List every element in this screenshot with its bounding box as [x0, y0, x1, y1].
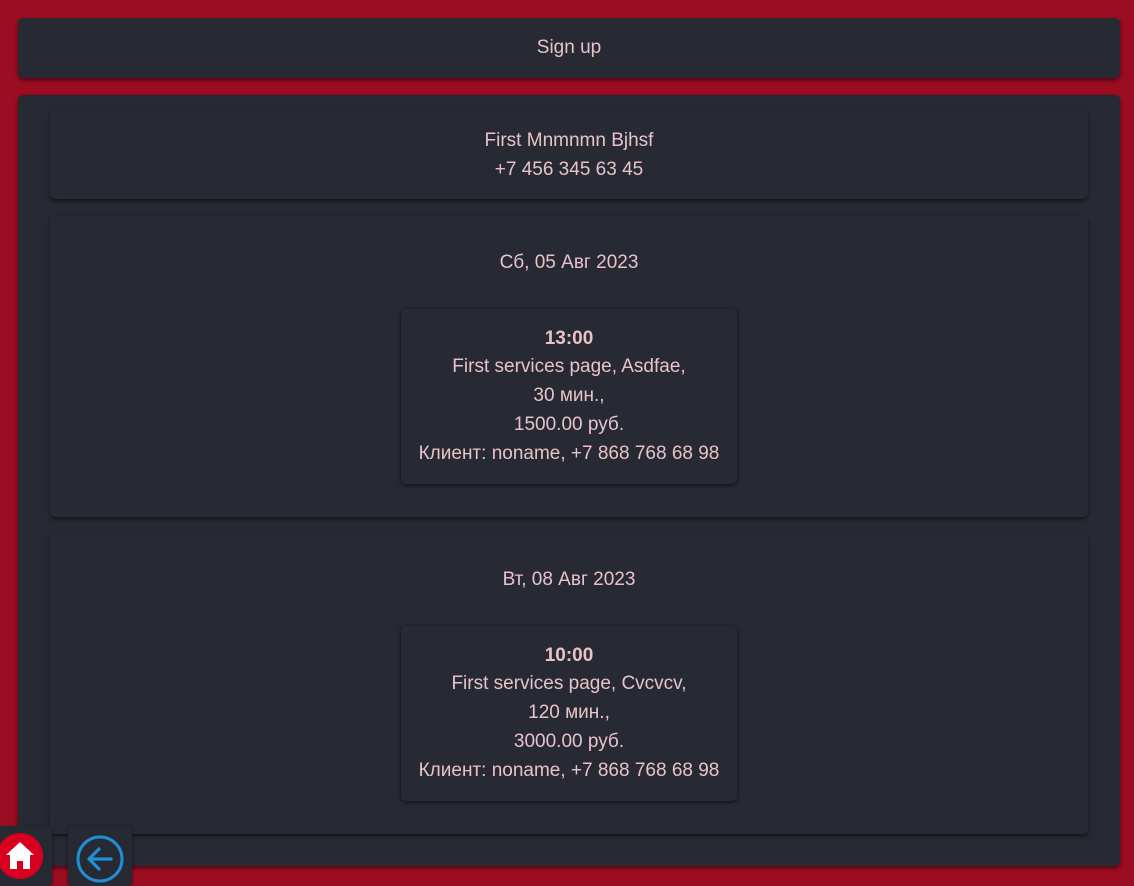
back-button[interactable]: [68, 826, 132, 886]
appointment-time: 13:00: [544, 327, 594, 349]
appointment-price: 1500.00 руб.: [513, 413, 625, 435]
profile-name: First Mnmnmn Bjhsf: [484, 129, 654, 151]
appointment-client: Клиент: noname, +7 868 768 68 98: [418, 759, 720, 781]
home-button[interactable]: [0, 826, 52, 886]
page-title: Sign up: [536, 37, 602, 58]
profile-phone: +7 456 345 63 45: [494, 158, 644, 180]
appointment-card[interactable]: 13:00 First services page, Asdfae, 30 ми…: [401, 309, 737, 484]
arrow-left-circle-icon: [76, 835, 124, 883]
header-bar: Sign up: [18, 18, 1120, 78]
appointment-client: Клиент: noname, +7 868 768 68 98: [418, 442, 720, 464]
day-date: Сб, 05 Авг 2023: [499, 252, 639, 273]
day-card: Вт, 08 Авг 2023 10:00 First services pag…: [50, 533, 1088, 834]
appointment-duration: 120 мин.,: [528, 702, 610, 724]
appointment-duration: 30 мин.,: [533, 385, 605, 407]
appointment-card[interactable]: 10:00 First services page, Cvcvcv, 120 м…: [401, 626, 737, 801]
profile-card: First Mnmnmn Bjhsf +7 456 345 63 45: [50, 110, 1088, 199]
appointment-service: First services page, Asdfae,: [452, 356, 686, 378]
day-date: Вт, 08 Авг 2023: [502, 569, 636, 590]
main-panel: First Mnmnmn Bjhsf +7 456 345 63 45 Сб, …: [18, 95, 1120, 866]
appointment-price: 3000.00 руб.: [513, 730, 625, 752]
day-card: Сб, 05 Авг 2023 13:00 First services pag…: [50, 216, 1088, 517]
appointment-time: 10:00: [544, 644, 594, 666]
appointment-service: First services page, Cvcvcv,: [451, 673, 687, 695]
home-icon: [0, 833, 43, 879]
